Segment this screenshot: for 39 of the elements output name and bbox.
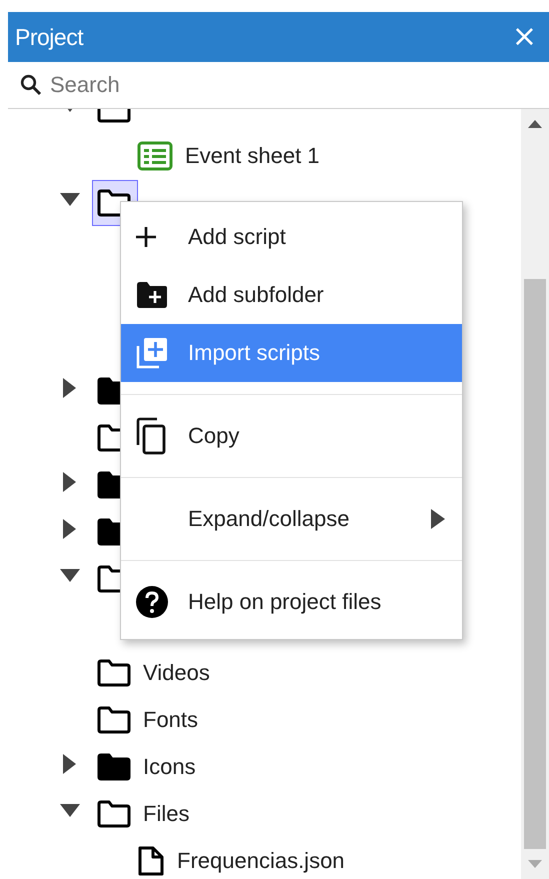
submenu-arrow-icon [430,508,446,530]
tree-item-label: Fonts [143,706,198,732]
folder-icon [97,658,131,686]
tree-item-label: Videos [143,660,210,686]
close-button[interactable]: × [508,22,541,52]
folder-icon [97,706,131,734]
event-sheet-icon [137,140,173,170]
menu-item[interactable]: Help on project files [121,573,462,631]
tree-item-label: Icons [143,754,196,780]
menu-item[interactable]: Copy [121,407,462,465]
menu-item[interactable]: Expand/collapse [121,490,462,548]
tree-item[interactable]: Event sheet 1 [132,132,327,178]
tree-item-label: Files [143,800,190,826]
menu-item[interactable]: Import scripts [121,324,462,382]
menu-item[interactable]: Add subfolder [121,266,462,324]
tree-item[interactable]: Fonts [92,696,206,742]
folder-icon [97,800,131,828]
copy-icon [135,417,167,455]
tree-item[interactable]: Videos [92,650,217,696]
folder-icon [97,376,120,404]
help-icon [135,585,169,619]
panel-title: Project [15,24,84,50]
tree-item[interactable]: Icons [92,744,203,790]
scrollbar[interactable] [521,109,549,879]
file-icon [137,844,165,876]
import-icon [135,336,169,370]
folder-plus-icon [135,281,169,309]
tree-item-label: Event sheet 1 [185,142,320,168]
scrollbar-thumb[interactable] [524,279,546,849]
tree-item-label: Frequencias.json [177,848,345,874]
plus-icon [135,226,157,248]
search-icon [20,74,42,96]
menu-item[interactable]: Add script [121,208,462,266]
scroll-up-icon[interactable] [528,119,542,129]
folder-icon [97,518,120,546]
folder-icon [97,470,120,498]
folder-icon [97,752,131,780]
tree-item[interactable]: Files [92,790,196,836]
tree-item[interactable]: Frequencias.json [132,838,352,879]
